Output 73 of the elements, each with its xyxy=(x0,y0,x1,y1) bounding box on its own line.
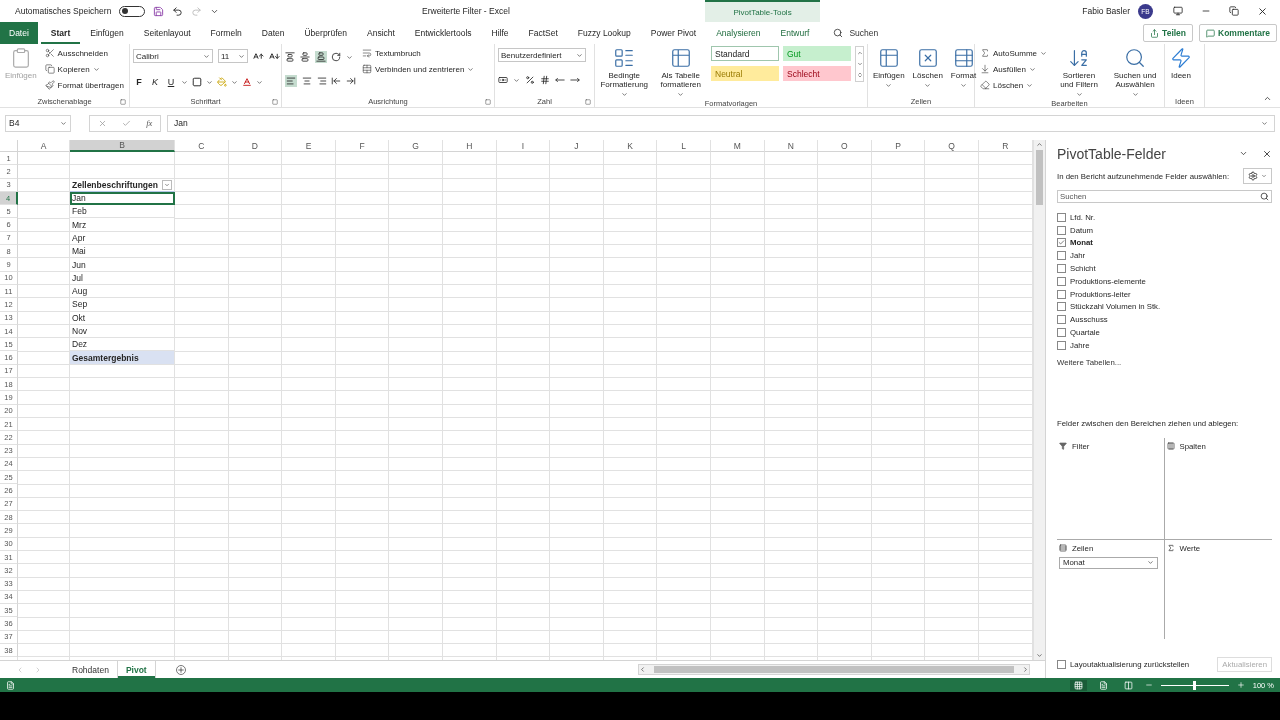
ribbon-button[interactable]: AutoSumme xyxy=(978,46,1050,60)
ribbon-button[interactable]: Suchen und Auswählen xyxy=(1109,46,1161,100)
ribbon-button[interactable]: Einfügen xyxy=(871,46,907,91)
column-header[interactable]: H xyxy=(442,140,497,152)
ribbon-tab[interactable]: Formeln xyxy=(200,22,252,44)
column-header[interactable]: C xyxy=(175,140,229,152)
number-format-field[interactable]: Benutzerdefiniert xyxy=(498,48,586,62)
ribbon-button[interactable]: Ideen xyxy=(1168,46,1194,82)
column-header[interactable]: K xyxy=(603,140,658,152)
ribbon-button[interactable]: Ausfüllen xyxy=(978,62,1050,76)
bold-button[interactable]: F xyxy=(133,77,145,87)
column-header[interactable]: J xyxy=(550,140,604,152)
tell-me-search[interactable]: Suchen xyxy=(849,28,879,38)
column-header[interactable]: B xyxy=(70,140,175,152)
column-header[interactable]: G xyxy=(389,140,443,152)
ribbon-tab[interactable]: Daten xyxy=(251,22,295,44)
italic-button[interactable]: K xyxy=(149,77,161,87)
ribbon-button[interactable]: Löschen xyxy=(910,46,945,91)
ribbon-button[interactable]: Löschen xyxy=(978,78,1050,92)
pivot-item-cell: Dez xyxy=(70,338,175,352)
ribbon-tab[interactable]: Power Pivot xyxy=(640,22,707,44)
window-title: Erweiterte Filter - Excel xyxy=(421,6,511,16)
column-header[interactable]: A xyxy=(18,140,70,152)
ribbon-button[interactable]: Ausschneiden xyxy=(42,46,126,60)
ribbon-tab[interactable]: Start xyxy=(40,22,81,44)
ribbon-tab[interactable]: Datei xyxy=(0,22,38,44)
pivot-total-cell: Gesamtergebnis xyxy=(70,351,175,365)
share-button[interactable]: Teilen xyxy=(1143,24,1194,42)
underline-button[interactable]: U xyxy=(165,77,177,87)
panel-title: PivotTable-Felder xyxy=(1057,146,1166,162)
ribbon-button[interactable]: Textumbruch xyxy=(360,46,477,60)
column-header[interactable]: D xyxy=(228,140,283,152)
column-header[interactable]: I xyxy=(496,140,551,152)
name-box[interactable]: B4 xyxy=(5,114,71,132)
ribbon-button[interactable]: Kopieren xyxy=(42,62,126,76)
ribbon-tab[interactable]: Analysieren xyxy=(706,22,771,44)
comments-button[interactable]: Kommentare xyxy=(1199,24,1277,42)
ribbon-tab[interactable]: Ansicht xyxy=(357,22,405,44)
ribbon-tab[interactable]: Überprüfen xyxy=(294,22,357,44)
context-tab-label: PivotTable-Tools xyxy=(705,0,820,22)
user-name: Fabio Basler xyxy=(1082,6,1130,16)
ribbon-tab[interactable]: Fuzzy Lookup xyxy=(567,22,641,44)
ribbon-tab[interactable]: Entwicklertools xyxy=(404,22,482,44)
font-size-field[interactable]: 11 xyxy=(218,49,248,63)
pivot-header-cell: Zellenbeschriftungen xyxy=(70,178,175,192)
ribbon-button[interactable]: Format xyxy=(948,46,979,91)
autosave-label: Automatisches Speichern xyxy=(15,6,112,16)
column-header[interactable]: F xyxy=(335,140,390,152)
ribbon-tab[interactable]: Entwurf xyxy=(770,22,820,44)
ribbon-button[interactable]: Als Tabelle formatieren xyxy=(654,46,707,100)
ribbon-button[interactable]: Sortieren und Filtern xyxy=(1053,46,1105,100)
column-header[interactable]: R xyxy=(978,140,1033,152)
ribbon-button[interactable]: Format übertragen xyxy=(42,78,126,92)
insert-function-button[interactable]: fx xyxy=(146,118,153,128)
column-header[interactable]: M xyxy=(710,140,765,152)
ribbon-button[interactable]: Bedingte Formatierung xyxy=(598,46,651,100)
cell-style-item[interactable]: Standard xyxy=(711,46,779,61)
column-header[interactable]: L xyxy=(657,140,711,152)
column-header[interactable]: P xyxy=(871,140,926,152)
ribbon-tab[interactable]: Einfügen xyxy=(80,22,134,44)
ribbon-tab[interactable]: Hilfe xyxy=(481,22,519,44)
ribbon-tab[interactable]: FactSet xyxy=(518,22,568,44)
cell-style-item[interactable]: Neutral xyxy=(711,66,779,81)
cell-style-item[interactable]: Schlecht xyxy=(783,66,851,81)
column-header[interactable]: O xyxy=(818,140,872,152)
column-header[interactable]: N xyxy=(764,140,819,152)
column-header[interactable]: E xyxy=(282,140,336,152)
pivot-item-cell: Feb xyxy=(70,205,175,219)
ribbon-tab[interactable]: Seitenlayout xyxy=(133,22,201,44)
formula-field[interactable]: Jan xyxy=(167,114,1275,132)
column-header[interactable]: Q xyxy=(925,140,979,152)
font-name-field[interactable]: Calibri xyxy=(133,49,213,63)
ribbon-button[interactable]: Verbinden und zentrieren xyxy=(360,62,477,76)
